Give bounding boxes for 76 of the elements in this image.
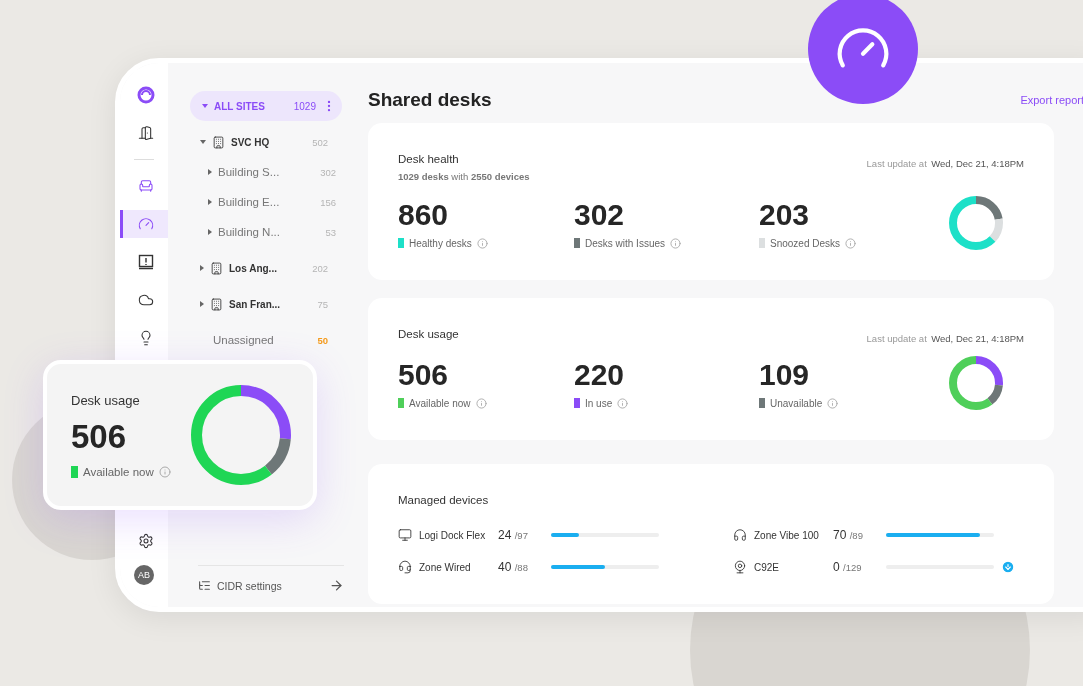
building-icon [210, 297, 223, 311]
caret-icon[interactable] [200, 265, 204, 271]
tree-item[interactable]: Unassigned [213, 334, 274, 346]
tree-item[interactable]: Building E... [218, 196, 280, 208]
donut-chart [949, 196, 1003, 250]
user-avatar[interactable]: AB [134, 565, 154, 585]
stat-value: 203 [759, 197, 811, 232]
device-name: Zone Wired [419, 561, 472, 573]
card-title: Managed devices [398, 494, 490, 506]
stat-value: 506 [71, 417, 128, 456]
stat-label: Unavailable [770, 397, 823, 409]
desk-count: 202 [312, 262, 328, 274]
desk-count: 53 [325, 226, 336, 238]
tree-item[interactable]: Building N... [218, 226, 280, 238]
arrow-right-icon[interactable] [329, 578, 344, 593]
desk-count: 75 [317, 298, 328, 310]
stat-label: Available now [409, 397, 471, 409]
tree-icon [198, 579, 211, 592]
device-name: Zone Vibe 100 [754, 529, 820, 541]
headset-icon [398, 560, 412, 574]
caret-icon[interactable] [208, 169, 212, 175]
card-title: Desk usage [398, 328, 459, 340]
door-icon [137, 125, 154, 141]
stat-label: Available now [83, 465, 154, 478]
webcam-icon [733, 560, 747, 574]
speedometer-nav-button[interactable] [120, 210, 168, 238]
caret-icon[interactable] [208, 199, 212, 205]
monitor-icon [398, 528, 412, 542]
export-report-link[interactable]: Export report [1020, 94, 1083, 106]
headphones-icon [733, 528, 747, 542]
alert-monitor-icon [137, 254, 154, 270]
donut-chart [949, 356, 1003, 410]
tree-item[interactable]: SVC HQ [231, 136, 270, 148]
update-time: Wed, Dec 21, 4:18PM [931, 333, 1024, 344]
desk-chair-icon [137, 178, 154, 194]
update-time: Wed, Dec 21, 4:18PM [931, 158, 1024, 169]
stat-value: 860 [398, 197, 450, 232]
update-label: Last update at [866, 333, 927, 344]
desk-count: 502 [312, 136, 328, 148]
device-count: 40 /88 [498, 560, 529, 574]
stat-value: 506 [398, 357, 450, 392]
cidr-settings-link[interactable]: CIDR settings [217, 579, 282, 592]
tree-item[interactable]: Building S... [218, 166, 280, 178]
card-title: Desk health [398, 153, 460, 165]
all-sites-tab[interactable]: ALL SITES 1029 [190, 91, 342, 121]
update-label: Last update at [866, 158, 927, 169]
card-subtitle: 1029 desks with 2550 devices [398, 171, 530, 182]
card-title: Desk usage [71, 392, 141, 408]
desk-count: 156 [320, 196, 336, 208]
logo-icon [136, 86, 155, 104]
device-count: 70 /89 [833, 528, 864, 542]
building-icon [210, 261, 223, 275]
stat-label: Healthy desks [409, 237, 472, 249]
device-name: C92E [754, 561, 780, 573]
settings-icon [137, 533, 154, 549]
desk-count: 302 [320, 166, 336, 178]
stat-label: In use [585, 397, 613, 409]
device-count: 24 /97 [498, 528, 529, 542]
caret-icon[interactable] [208, 229, 212, 235]
device-count: 0 /129 [833, 560, 863, 574]
speedometer-icon [137, 216, 154, 232]
tree-item[interactable]: Los Ang... [229, 262, 277, 274]
stat-value: 220 [574, 357, 626, 392]
building-icon [212, 135, 225, 149]
cloud-icon [137, 292, 154, 308]
stat-label: Snoozed Desks [770, 237, 841, 249]
desk-count: 50 [317, 334, 328, 346]
caret-icon[interactable] [200, 140, 206, 144]
device-name: Logi Dock Flex [419, 529, 487, 541]
stat-value: 302 [574, 197, 626, 232]
caret-icon[interactable] [200, 301, 204, 307]
stat-label: Desks with Issues [585, 237, 666, 249]
tree-item[interactable]: San Fran... [229, 298, 281, 310]
download-icon[interactable] [1001, 560, 1015, 574]
stat-value: 109 [759, 357, 811, 392]
page-title: Shared desks [368, 89, 492, 111]
